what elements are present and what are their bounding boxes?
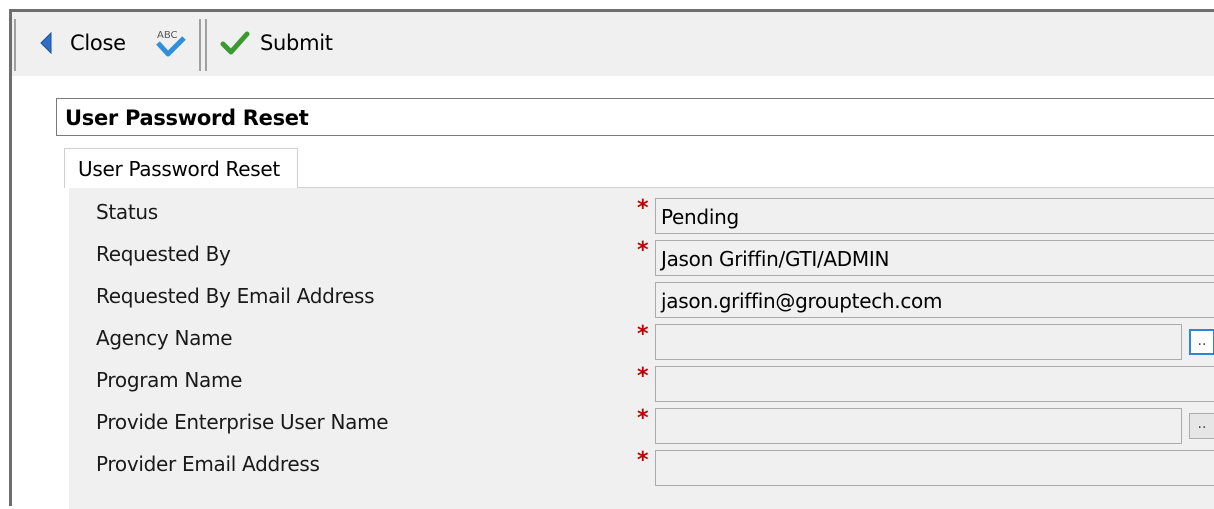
status-field[interactable]: Pending [655,198,1214,234]
agency-lookup-button[interactable]: .. [1189,329,1214,355]
spellcheck-button[interactable]: ABC [153,26,189,60]
status-label: Status [96,200,158,224]
field-row-requested-by: Requested By * Jason Griffin/GTI/ADMIN [69,236,1214,278]
required-marker: * [637,448,649,473]
agency-name-label: Agency Name [96,326,233,350]
ellipsis-icon: .. [1197,416,1207,432]
back-arrow-icon [40,31,52,55]
required-marker: * [637,364,649,389]
window-frame: Close ABC Submit User Password Reset Use… [9,9,1214,509]
spellcheck-icon-text: ABC [157,30,178,41]
form-title: User Password Reset [56,98,1214,136]
requested-by-field[interactable]: Jason Griffin/GTI/ADMIN [655,240,1214,276]
requested-by-email-field[interactable]: jason.griffin@grouptech.com [655,282,1214,318]
required-marker: * [637,322,649,347]
enterprise-user-name-field[interactable] [655,408,1182,444]
agency-name-field[interactable] [655,324,1182,360]
requested-by-label: Requested By [96,242,231,266]
required-marker: * [637,196,649,221]
required-marker: * [637,238,649,263]
field-row-enterprise-user-name: Provide Enterprise User Name * .. [69,404,1214,446]
submit-button[interactable]: Submit [220,26,333,60]
required-marker: * [637,406,649,431]
field-row-program-name: Program Name * [69,362,1214,404]
field-row-provider-email: Provider Email Address * [69,446,1214,488]
toolbar: Close ABC Submit [12,12,1214,76]
tab-panel: Status * Pending Requested By * Jason Gr… [69,188,1214,509]
provider-email-field[interactable] [655,450,1214,486]
field-row-requested-by-email: Requested By Email Address jason.griffin… [69,278,1214,320]
toolbar-grip [14,19,16,71]
provider-email-label: Provider Email Address [96,452,320,476]
field-row-agency-name: Agency Name * .. [69,320,1214,362]
close-label: Close [70,31,126,55]
ellipsis-icon: .. [1197,333,1207,349]
close-button[interactable]: Close [39,26,126,60]
program-name-field[interactable] [655,366,1214,402]
toolbar-separator [205,19,207,71]
form-area: User Password Reset User Password Reset … [12,76,1214,509]
requested-by-email-label: Requested By Email Address [96,284,375,308]
enterprise-user-lookup-button[interactable]: .. [1189,413,1214,439]
program-name-label: Program Name [96,368,243,392]
field-row-status: Status * Pending [69,194,1214,236]
tab-user-password-reset[interactable]: User Password Reset [64,148,298,188]
spellcheck-icon: ABC [156,30,186,57]
submit-label: Submit [260,31,333,55]
enterprise-user-name-label: Provide Enterprise User Name [96,410,389,434]
checkmark-icon [220,31,250,55]
toolbar-separator [199,19,201,71]
